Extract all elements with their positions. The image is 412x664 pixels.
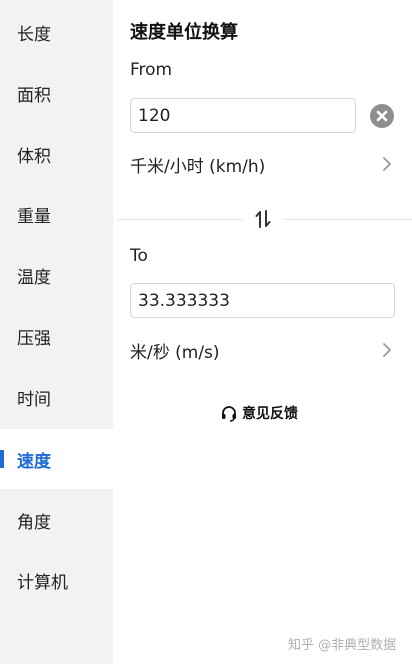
- swap-vertical-icon: [255, 210, 271, 228]
- to-label: To: [130, 246, 148, 266]
- sidebar-item-label: 压强: [17, 328, 51, 349]
- from-value-input[interactable]: [130, 98, 356, 133]
- sidebar-item-label: 计算机: [17, 572, 68, 593]
- sidebar-item-speed[interactable]: 速度: [0, 429, 113, 489]
- sidebar-item-label: 温度: [17, 267, 51, 288]
- sidebar-item-label: 时间: [17, 389, 51, 410]
- sidebar-item-label: 长度: [17, 24, 51, 45]
- feedback-label: 意见反馈: [242, 406, 298, 422]
- divider: [117, 219, 242, 220]
- clear-input-button[interactable]: [370, 104, 394, 128]
- feedback-button[interactable]: 意见反馈: [220, 402, 298, 424]
- headset-icon: [222, 406, 236, 422]
- to-unit-label: 米/秒 (m/s): [130, 342, 220, 363]
- sidebar-item-label: 重量: [17, 206, 51, 227]
- watermark: 知乎 @非典型数据: [288, 638, 397, 653]
- sidebar-item-label: 速度: [17, 451, 51, 472]
- sidebar-item-time[interactable]: 时间: [0, 367, 113, 427]
- close-circle-icon: [376, 110, 388, 122]
- sidebar-item-angle[interactable]: 角度: [0, 490, 113, 550]
- divider: [284, 219, 412, 220]
- active-indicator: [0, 450, 4, 468]
- sidebar-item-weight[interactable]: 重量: [0, 184, 113, 244]
- swap-units-button[interactable]: [252, 208, 274, 230]
- sidebar-item-temperature[interactable]: 温度: [0, 245, 113, 305]
- from-unit-label: 千米/小时 (km/h): [130, 156, 266, 177]
- sidebar-item-length[interactable]: 长度: [0, 2, 113, 62]
- to-unit-select[interactable]: 米/秒 (m/s): [130, 335, 392, 365]
- sidebar-item-label: 角度: [17, 512, 51, 533]
- sidebar-item-volume[interactable]: 体积: [0, 124, 113, 184]
- sidebar-item-area[interactable]: 面积: [0, 63, 113, 123]
- sidebar-item-pressure[interactable]: 压强: [0, 306, 113, 366]
- chevron-right-icon: [383, 157, 391, 171]
- chevron-right-icon: [383, 343, 391, 357]
- to-value-output[interactable]: [130, 283, 395, 318]
- sidebar-item-label: 体积: [17, 146, 51, 167]
- category-sidebar: 长度 面积 体积 重量 温度 压强 时间 速度 角度 计算机: [0, 0, 113, 664]
- sidebar-item-label: 面积: [17, 85, 51, 106]
- page-title: 速度单位换算: [130, 22, 238, 43]
- sidebar-item-computer[interactable]: 计算机: [0, 550, 113, 610]
- from-label: From: [130, 60, 173, 80]
- from-unit-select[interactable]: 千米/小时 (km/h): [130, 149, 392, 179]
